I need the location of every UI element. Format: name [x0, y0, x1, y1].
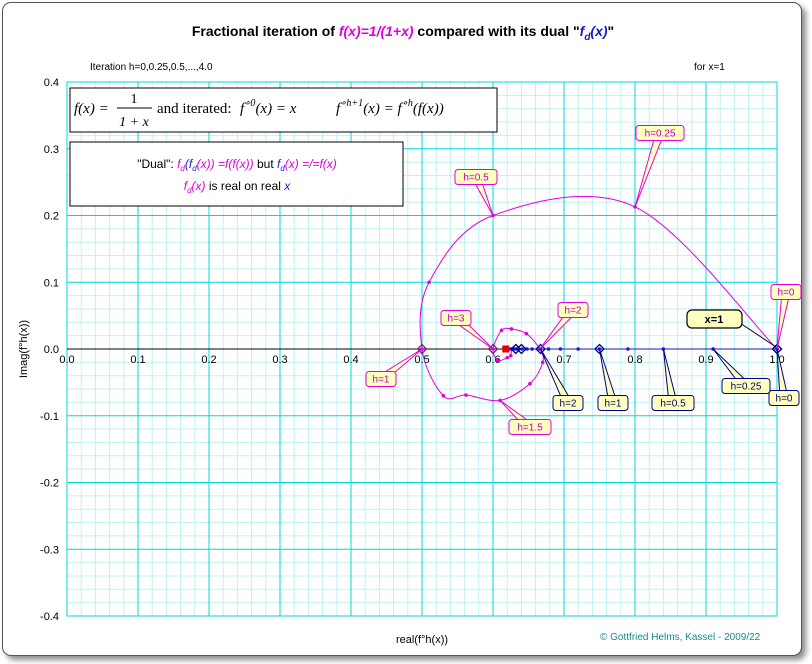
formula-iter0-sup: ∘0	[244, 98, 255, 109]
formula-iter0-rest: (x) = x	[255, 101, 296, 117]
x-axis-title: real(f°h(x))	[396, 634, 448, 646]
formula-and-iterated: and iterated:	[157, 101, 232, 117]
series-point-0	[496, 358, 500, 363]
blue-callout-text: h=0.25	[731, 382, 762, 393]
x-tick-label: 0.4	[343, 354, 358, 366]
title-part1: Fractional iteration of	[192, 23, 339, 39]
red-marker	[502, 345, 510, 353]
series-point-0	[540, 360, 545, 365]
blue-callout-text: h=0.5	[660, 399, 686, 410]
series-point-1	[530, 347, 534, 351]
magenta-callout-text: h=0	[778, 288, 795, 299]
y-tick-label: 0.4	[44, 77, 59, 89]
magenta-callout-text: h=2	[565, 306, 582, 317]
series-point-0	[499, 328, 504, 333]
series-point-0	[441, 393, 446, 398]
series-point-1	[576, 347, 580, 351]
dual-box: "Dual": fd(fd(x)) =f(f(x)) but fd(x) =/=…	[69, 141, 404, 207]
y-tick-labels: -0.4 -0.3 -0.2 -0.1 0.0 0.1 0.2 0.3 0.4	[40, 77, 59, 623]
series-point-1	[546, 347, 551, 351]
dual-line1: "Dual": fd(fd(x)) =f(f(x)) but fd(x) =/=…	[137, 157, 337, 173]
magenta-callout-text: h=0.5	[463, 173, 489, 184]
magenta-callout-pointer	[776, 290, 791, 350]
x-tick-label: 0.1	[130, 354, 145, 366]
y-tick-label: 0.1	[44, 277, 59, 289]
series-point-1	[626, 347, 630, 351]
blue-callout-text: h=2	[560, 399, 577, 410]
formula-iterh-mid: (x) = f	[363, 101, 403, 117]
dual-line2-b: (x)	[192, 179, 206, 193]
magenta-callout-text: h=0.25	[645, 129, 676, 140]
x-tick-label: 0.0	[59, 354, 74, 366]
dual-line1-a: "Dual":	[137, 157, 177, 171]
title-part5: "	[608, 23, 615, 39]
dual-line2-d: x	[283, 179, 291, 193]
blue-callout-text: h=1	[605, 399, 622, 410]
series-point-0	[528, 381, 532, 386]
x-tick-label: 0.2	[201, 354, 216, 366]
chart-title: Fractional iteration of f(x)=1/(1+x) com…	[192, 23, 614, 43]
title-dual-x: (x)	[590, 23, 607, 39]
formula-numerator: 1	[131, 92, 138, 107]
dual-box-frame	[69, 141, 404, 207]
y-tick-label: -0.1	[40, 411, 59, 423]
x1-label-text: x=1	[705, 314, 724, 326]
magenta-callout-text: h=1.5	[517, 423, 543, 434]
series-point-0	[427, 280, 431, 285]
y-axis-title: Imag(f°h(x))	[18, 320, 30, 378]
y-tick-label: -0.3	[40, 544, 59, 556]
x-tick-label: 0.9	[698, 354, 713, 366]
series-point-0	[524, 331, 529, 336]
formula-lhs: f(x) =	[74, 101, 109, 117]
series-point-1	[558, 347, 563, 351]
dual-line1-d: (x)) =f(f(x))	[197, 157, 254, 171]
x-tick-label: 0.5	[414, 354, 429, 366]
dual-line2: fd(x) is real on real x	[184, 179, 292, 195]
series-point-0	[464, 393, 468, 397]
dual-line2-c: is real on real	[206, 179, 285, 193]
y-tick-label: -0.4	[40, 611, 59, 623]
series-point-0	[508, 353, 513, 358]
title-part3: compared with its dual "	[414, 23, 580, 39]
title-function: f(x)=1/(1+x)	[339, 23, 414, 39]
formula-iterh-sup: ∘h+1	[340, 98, 363, 109]
y-tick-label: 0.2	[44, 211, 59, 223]
x-tick-label: 0.8	[627, 354, 642, 366]
y-tick-label: 0.0	[44, 344, 59, 356]
y-tick-label: -0.2	[40, 478, 59, 490]
y-tick-label: 0.3	[44, 144, 59, 156]
blue-callout-text: h=0	[776, 394, 793, 405]
subtitle-left: Iteration h=0,0.25,0.5,...,4.0	[90, 62, 213, 73]
formula-iterh-rest: (f(x))	[413, 101, 444, 117]
x-tick-label: 0.3	[272, 354, 287, 366]
dual-line1-g: (x) =/=f(x)	[285, 157, 337, 171]
magenta-callout-text: h=3	[448, 314, 465, 325]
copyright: © Gottfried Helms, Kassel - 2009/22	[600, 632, 761, 643]
formula-iterh-sup2: ∘h	[402, 98, 413, 109]
series-point-0	[509, 327, 514, 331]
magenta-callout-text: h=1	[373, 375, 390, 386]
formula-box: f(x) = 1 1 + x and iterated: f∘0(x) = x …	[69, 87, 498, 133]
series-point-0	[505, 355, 510, 360]
subtitle-right: for x=1	[694, 62, 725, 73]
chart: Fractional iteration of f(x)=1/(1+x) com…	[18, 23, 802, 646]
dual-line1-e: but	[254, 157, 277, 171]
formula-denominator: 1 + x	[119, 115, 149, 130]
x-tick-label: 0.7	[556, 354, 571, 366]
